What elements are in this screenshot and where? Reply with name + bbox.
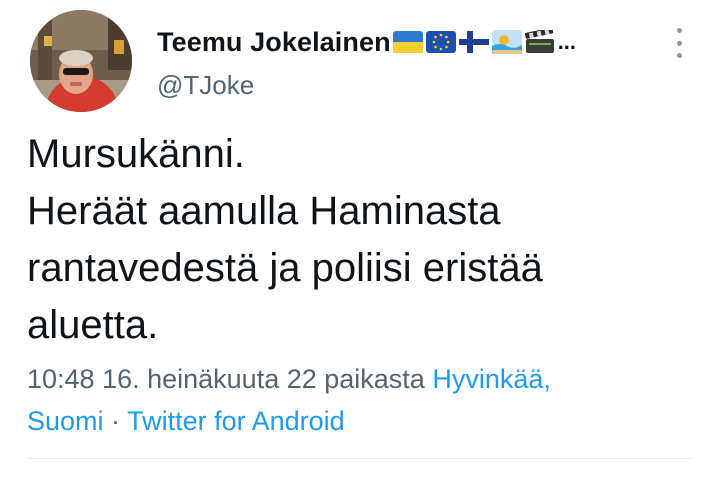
location-link-country[interactable]: Suomi — [27, 406, 104, 436]
tweet-header: Teemu Jokelainen ... @TJoke — [157, 24, 637, 101]
tweet-timestamp[interactable]: 10:48 16. heinäkuuta 22 paikasta — [27, 364, 425, 394]
tweet-text-line: Mursukänni. — [27, 132, 245, 176]
more-dot-icon — [676, 28, 682, 33]
author-handle[interactable]: @TJoke — [157, 70, 637, 101]
more-dot-icon — [676, 53, 682, 58]
tweet-text-line: Heräät aamulla Haminasta — [27, 189, 501, 233]
metadata-line-2: Suomi · Twitter for Android — [27, 400, 707, 442]
meta-separator: · — [111, 406, 121, 436]
name-emojis — [392, 30, 558, 54]
more-dot-icon — [676, 40, 682, 46]
avatar[interactable] — [30, 10, 132, 112]
tweet-text-line: aluetta. — [27, 303, 159, 347]
metadata-line-1: 10:48 16. heinäkuuta 22 paikasta Hyvinkä… — [27, 358, 707, 400]
tweet-metadata: 10:48 16. heinäkuuta 22 paikasta Hyvinkä… — [27, 358, 707, 442]
finland-flag-icon — [458, 31, 489, 53]
author-display-name[interactable]: Teemu Jokelainen — [157, 27, 391, 58]
location-link[interactable]: Hyvinkää, — [432, 364, 551, 394]
beach-icon — [491, 30, 522, 54]
tweet: Teemu Jokelainen ... @TJoke Mursukänni. … — [0, 0, 720, 477]
author-name-row[interactable]: Teemu Jokelainen ... — [157, 24, 637, 60]
clapperboard-icon — [524, 30, 555, 54]
eu-flag-icon — [425, 31, 456, 53]
name-overflow-ellipsis: ... — [557, 29, 577, 54]
client-link[interactable]: Twitter for Android — [127, 406, 345, 436]
tweet-text: Mursukänni. Heräät aamulla Haminasta ran… — [27, 126, 687, 354]
more-options-button[interactable] — [667, 26, 691, 60]
tweet-text-line: rantavedestä ja poliisi eristää — [27, 246, 543, 290]
divider — [27, 458, 694, 459]
ukraine-flag-icon — [392, 31, 423, 53]
